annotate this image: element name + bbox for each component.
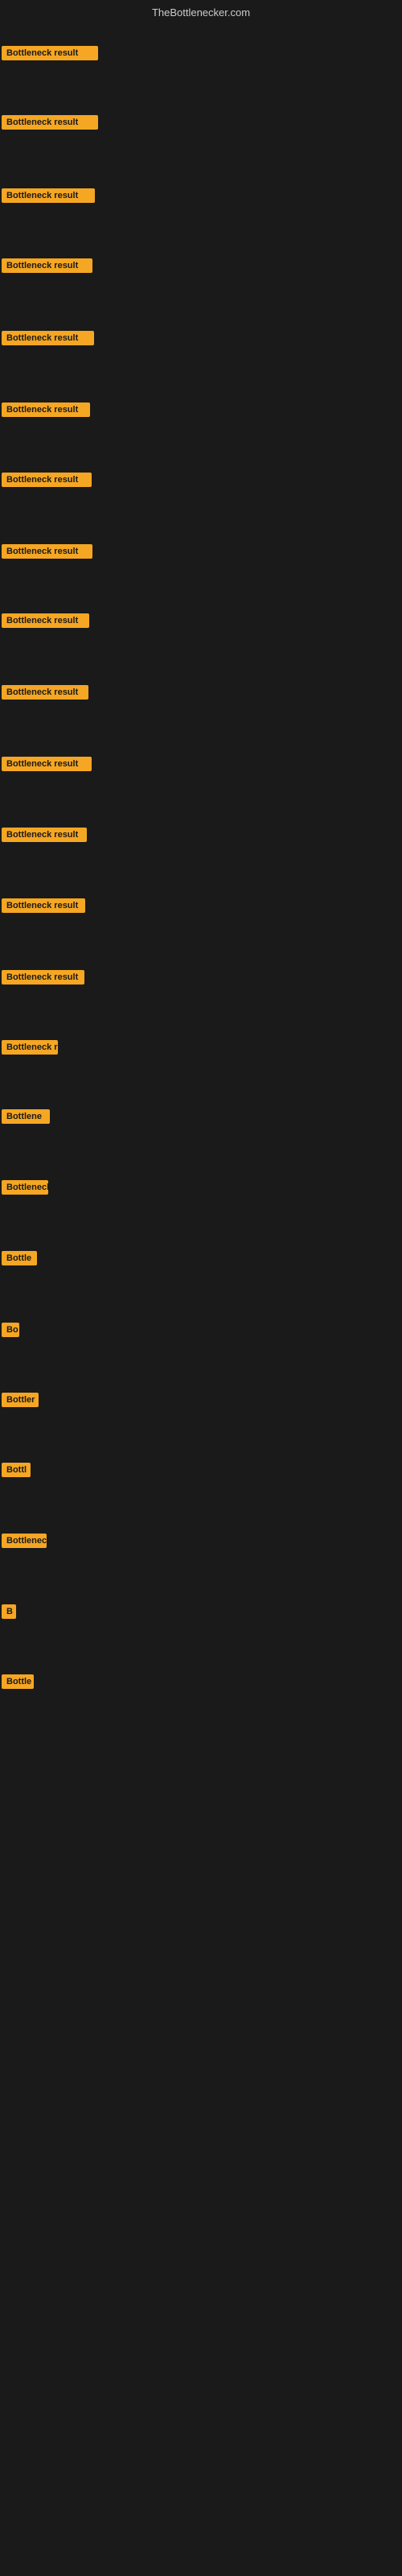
bottleneck-badge-1[interactable]: Bottleneck result: [2, 46, 98, 60]
bottleneck-badge-8[interactable]: Bottleneck result: [2, 544, 92, 559]
bottleneck-result-row-12: Bottleneck result: [2, 828, 87, 846]
bottleneck-result-row-24: Bottle: [2, 1674, 34, 1693]
bottleneck-badge-17[interactable]: Bottleneck: [2, 1180, 48, 1195]
bottleneck-result-row-5: Bottleneck result: [2, 331, 94, 349]
bottleneck-badge-24[interactable]: Bottle: [2, 1674, 34, 1689]
bottleneck-result-row-20: Bottler: [2, 1393, 39, 1411]
bottleneck-badge-19[interactable]: Bo: [2, 1323, 19, 1337]
bottleneck-badge-10[interactable]: Bottleneck result: [2, 685, 88, 700]
bottleneck-result-row-14: Bottleneck result: [2, 970, 84, 989]
bottleneck-badge-20[interactable]: Bottler: [2, 1393, 39, 1407]
bottleneck-badge-13[interactable]: Bottleneck result: [2, 898, 85, 913]
bottleneck-result-row-8: Bottleneck result: [2, 544, 92, 563]
bottleneck-badge-9[interactable]: Bottleneck result: [2, 613, 89, 628]
bottleneck-badge-5[interactable]: Bottleneck result: [2, 331, 94, 345]
bottleneck-result-row-3: Bottleneck result: [2, 188, 95, 207]
bottleneck-badge-22[interactable]: Bottlenec: [2, 1534, 47, 1548]
bottleneck-result-row-1: Bottleneck result: [2, 46, 98, 64]
bottleneck-badge-7[interactable]: Bottleneck result: [2, 473, 92, 487]
bottleneck-result-row-22: Bottlenec: [2, 1534, 47, 1552]
bottleneck-badge-23[interactable]: B: [2, 1604, 16, 1619]
bottleneck-result-row-9: Bottleneck result: [2, 613, 89, 632]
bottleneck-badge-18[interactable]: Bottle: [2, 1251, 37, 1265]
bottleneck-badge-15[interactable]: Bottleneck r: [2, 1040, 58, 1055]
bottleneck-result-row-7: Bottleneck result: [2, 473, 92, 491]
bottleneck-badge-6[interactable]: Bottleneck result: [2, 402, 90, 417]
bottleneck-result-row-19: Bo: [2, 1323, 19, 1341]
bottleneck-badge-14[interactable]: Bottleneck result: [2, 970, 84, 985]
bottleneck-result-row-6: Bottleneck result: [2, 402, 90, 421]
bottleneck-result-row-21: Bottl: [2, 1463, 31, 1481]
bottleneck-badge-21[interactable]: Bottl: [2, 1463, 31, 1477]
bottleneck-badge-2[interactable]: Bottleneck result: [2, 115, 98, 130]
bottleneck-badge-11[interactable]: Bottleneck result: [2, 757, 92, 771]
bottleneck-badge-16[interactable]: Bottlene: [2, 1109, 50, 1124]
site-header: TheBottlenecker.com: [0, 0, 402, 22]
bottleneck-result-row-11: Bottleneck result: [2, 757, 92, 775]
bottleneck-result-row-13: Bottleneck result: [2, 898, 85, 917]
bottleneck-result-row-17: Bottleneck: [2, 1180, 48, 1199]
bottleneck-result-row-10: Bottleneck result: [2, 685, 88, 704]
bottleneck-result-row-23: B: [2, 1604, 16, 1623]
bottleneck-result-row-18: Bottle: [2, 1251, 37, 1269]
bottleneck-result-row-2: Bottleneck result: [2, 115, 98, 134]
bottleneck-badge-3[interactable]: Bottleneck result: [2, 188, 95, 203]
bottleneck-result-row-15: Bottleneck r: [2, 1040, 58, 1059]
bottleneck-badge-4[interactable]: Bottleneck result: [2, 258, 92, 273]
bottleneck-badge-12[interactable]: Bottleneck result: [2, 828, 87, 842]
bottleneck-result-row-16: Bottlene: [2, 1109, 50, 1128]
bottleneck-result-row-4: Bottleneck result: [2, 258, 92, 277]
